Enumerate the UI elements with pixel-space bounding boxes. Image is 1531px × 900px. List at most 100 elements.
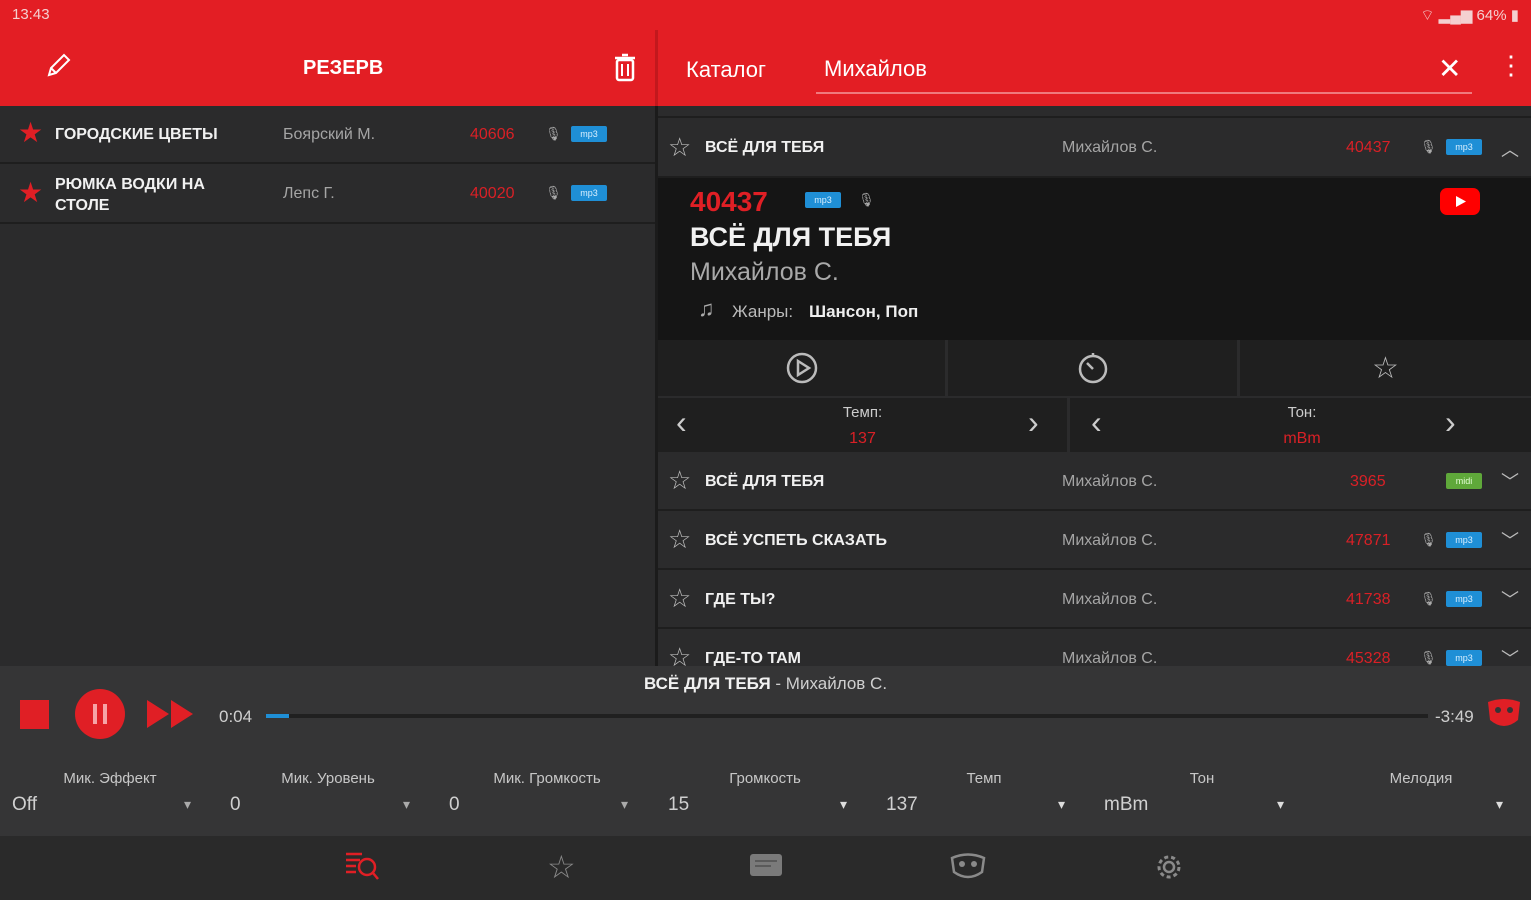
star-icon[interactable]: ☆: [547, 848, 576, 886]
key-stepper: ‹ Тон: mBm ›: [1073, 398, 1531, 454]
now-playing-artist: - Михайлов С.: [775, 674, 888, 693]
star-filled-icon[interactable]: ★: [18, 116, 43, 149]
star-outline-icon[interactable]: ☆: [668, 132, 691, 163]
mic-level-select[interactable]: 0: [230, 794, 241, 816]
chevron-down-icon[interactable]: ▾: [621, 796, 628, 813]
bottom-nav: ☆: [0, 836, 1531, 900]
song-detail: 40437 mp3 🎙 ВСЁ ДЛЯ ТЕБЯ Михайлов С. ♫ Ж…: [658, 178, 1531, 340]
chevron-down-icon[interactable]: ▾: [1277, 796, 1284, 813]
song-title: ГОРОДСКИЕ ЦВЕТЫ: [55, 126, 218, 143]
mic-icon: 🎙: [1420, 591, 1437, 606]
mic-effect-label: Мик. Эффект: [63, 770, 157, 787]
reserve-list: ★ ГОРОДСКИЕ ЦВЕТЫ Боярский М. 40606 🎙 mp…: [0, 106, 655, 666]
reserve-header: РЕЗЕРВ: [0, 30, 655, 106]
song-artist: Михайлов С.: [1062, 591, 1158, 608]
mask-icon[interactable]: [949, 850, 987, 890]
status-bar: 13:43 ⌔ ▂▄▆ 64% ▮: [0, 0, 1531, 30]
star-outline-icon[interactable]: ☆: [668, 583, 691, 614]
chevron-down-icon[interactable]: ▾: [840, 796, 847, 813]
mic-volume-select[interactable]: 0: [449, 794, 460, 816]
star-filled-icon[interactable]: ★: [18, 176, 43, 209]
song-artist: Михайлов С.: [1062, 532, 1158, 549]
song-title: РЮМКА ВОДКИ НА СТОЛЕ: [55, 176, 205, 214]
chevron-down-icon[interactable]: ﹀: [1501, 468, 1519, 494]
chevron-down-icon[interactable]: ▾: [1496, 796, 1503, 813]
chevron-down-icon[interactable]: ▾: [403, 796, 410, 813]
chevron-up-icon[interactable]: ︿: [1501, 136, 1519, 162]
now-playing: ВСЁ ДЛЯ ТЕБЯ - Михайлов С.: [0, 674, 1531, 694]
volume-select[interactable]: 15: [668, 794, 689, 816]
mic-effect-select[interactable]: Off: [12, 794, 37, 816]
list-item[interactable]: ☆ ГДЕ ТЫ? Михайлов С. 41738 🎙 mp3 ﹀: [658, 570, 1531, 629]
list-item[interactable]: ★ РЮМКА ВОДКИ НА СТОЛЕ Лепс Г. 40020 🎙 m…: [0, 164, 655, 224]
chevron-down-icon[interactable]: ▾: [1058, 796, 1065, 813]
tempo-increase-icon[interactable]: ›: [1028, 404, 1039, 441]
mic-icon: 🎙: [545, 185, 562, 200]
chevron-down-icon[interactable]: ﹀: [1501, 527, 1519, 553]
star-icon[interactable]: ☆: [1240, 340, 1531, 396]
playlist-icon[interactable]: [344, 848, 380, 890]
melody-label: Мелодия: [1389, 770, 1453, 787]
tab-catalog[interactable]: Каталог: [686, 57, 766, 83]
pencil-icon[interactable]: [44, 50, 74, 85]
youtube-icon[interactable]: [1440, 188, 1480, 215]
battery-icon: ▮: [1506, 7, 1519, 24]
list-item[interactable]: ☆ ВСЁ УСПЕТЬ СКАЗАТЬ Михайлов С. 47871 🎙…: [658, 511, 1531, 570]
list-item[interactable]: ★ ГОРОДСКИЕ ЦВЕТЫ Боярский М. 40606 🎙 mp…: [0, 106, 655, 164]
pause-button[interactable]: [75, 689, 125, 739]
song-number: 40606: [470, 126, 515, 143]
star-outline-icon[interactable]: ☆: [668, 524, 691, 555]
trash-icon[interactable]: [612, 52, 638, 87]
stop-button[interactable]: [20, 700, 49, 729]
chevron-down-icon[interactable]: ▾: [184, 796, 191, 813]
format-badge: mp3: [1446, 139, 1482, 155]
elapsed-time: 0:04: [219, 707, 253, 726]
mask-icon[interactable]: [1484, 696, 1524, 737]
song-number: 45328: [1346, 650, 1391, 666]
genre-label: Жанры:: [732, 302, 794, 321]
catalog-icon[interactable]: [749, 852, 783, 888]
song-number: 3965: [1350, 473, 1386, 490]
genre-value: Шансон, Поп: [809, 302, 919, 321]
detail-number: 40437: [690, 186, 768, 217]
key-select[interactable]: mBm: [1104, 794, 1148, 816]
song-artist: Боярский М.: [283, 126, 376, 143]
timer-icon[interactable]: [948, 340, 1240, 396]
key-increase-icon[interactable]: ›: [1445, 404, 1456, 441]
song-actions: ☆: [658, 340, 1531, 396]
song-title: ГДЕ-ТО ТАМ: [705, 650, 801, 666]
chevron-down-icon[interactable]: ﹀: [1501, 586, 1519, 612]
song-title: ВСЁ ДЛЯ ТЕБЯ: [705, 473, 825, 490]
signal-icon: ⌔ ▂▄▆: [1420, 7, 1477, 24]
star-outline-icon[interactable]: ☆: [668, 642, 691, 666]
tempo-label: Темп:: [842, 404, 883, 421]
format-badge: mp3: [1446, 650, 1482, 666]
format-badge: mp3: [1446, 591, 1482, 607]
song-artist: Лепс Г.: [283, 185, 335, 202]
play-circle-icon[interactable]: [658, 340, 948, 396]
list-item-expanded[interactable]: ☆ ВСЁ ДЛЯ ТЕБЯ Михайлов С. 40437 🎙 mp3 ︿: [658, 116, 1531, 178]
song-title: ВСЁ УСПЕТЬ СКАЗАТЬ: [705, 532, 887, 549]
fast-forward-button[interactable]: [145, 696, 197, 737]
settings-icon[interactable]: [1152, 850, 1186, 892]
close-icon[interactable]: ✕: [1438, 52, 1461, 85]
list-item[interactable]: ☆ ГДЕ-ТО ТАМ Михайлов С. 45328 🎙 mp3 ﹀: [658, 629, 1531, 666]
remaining-time: -3:49: [1435, 707, 1474, 726]
more-icon[interactable]: ⋮: [1498, 50, 1524, 81]
progress-fill: [266, 714, 290, 718]
progress-track[interactable]: [266, 714, 1428, 718]
search-input[interactable]: Михайлов: [816, 44, 1472, 94]
song-artist: Михайлов С.: [1062, 473, 1158, 490]
chevron-down-icon[interactable]: ﹀: [1501, 645, 1519, 666]
catalog-header: Каталог Михайлов ✕ ⋮: [658, 30, 1531, 106]
reserve-title: РЕЗЕРВ: [303, 57, 384, 79]
star-outline-icon[interactable]: ☆: [668, 465, 691, 496]
song-number: 41738: [1346, 591, 1391, 608]
tempo-label: Темп: [966, 770, 1002, 787]
tempo-select[interactable]: 137: [886, 794, 918, 816]
player-panel: ВСЁ ДЛЯ ТЕБЯ - Михайлов С. 0:04 -3:49 Ми…: [0, 666, 1531, 836]
key-label: Тон: [1189, 770, 1215, 787]
list-item[interactable]: ☆ ВСЁ ДЛЯ ТЕБЯ Михайлов С. 3965 midi ﹀: [658, 452, 1531, 511]
song-artist: Михайлов С.: [1062, 139, 1158, 156]
key-label: Тон:: [1287, 404, 1317, 421]
